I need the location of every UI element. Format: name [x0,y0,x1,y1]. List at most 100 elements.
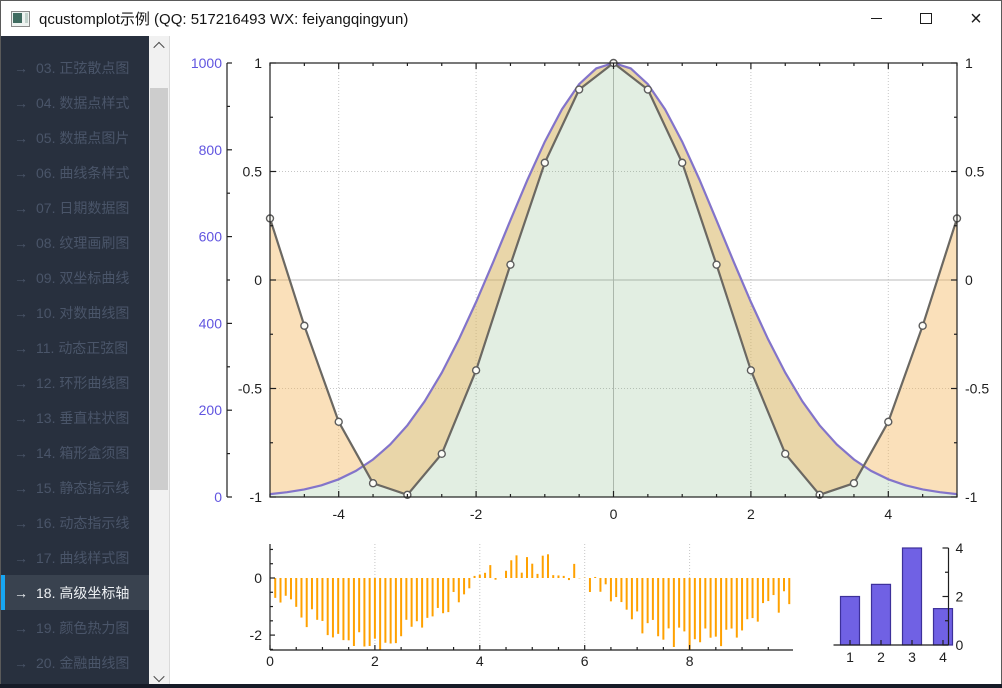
sidebar-item-17[interactable]: → 17. 曲线样式图 [1,540,149,575]
minimize-icon [871,18,882,19]
svg-text:-4: -4 [332,506,345,522]
arrow-icon: → [14,620,28,636]
svg-text:0.5: 0.5 [243,164,263,180]
sidebar-item-10[interactable]: → 10. 对数曲线图 [1,295,149,330]
sidebar-item-06[interactable]: →06. 曲线条样式 [1,155,149,190]
sidebar-item-03[interactable]: →03. 正弦散点图 [1,50,149,85]
sidebar-item-13[interactable]: →13. 垂直柱状图 [1,400,149,435]
sidebar-item-11[interactable]: →11. 动态正弦图 [1,330,149,365]
arrow-icon: → [14,200,28,216]
svg-text:0: 0 [610,506,618,522]
sidebar-item-16[interactable]: → 16. 动态指示线 [1,505,149,540]
sidebar-item-label: 05. 数据点图片 [36,128,129,148]
impulse-stems [275,554,789,650]
sidebar-item-label: 12. 环形曲线图 [36,373,129,393]
sidebar-item-09[interactable]: →09. 双坐标曲线 [1,260,149,295]
sidebar-scrollbar[interactable] [149,36,169,687]
sidebar-item-label: 09. 双坐标曲线 [36,268,129,288]
maximize-icon [920,13,932,24]
svg-text:0: 0 [956,637,964,653]
content-area: →03. 正弦散点图→04. 数据点样式→05. 数据点图片→06. 曲线条样式… [1,36,1001,687]
svg-text:4: 4 [956,540,964,556]
outer-left-axis: 02004006008001000 [191,55,232,505]
window-controls: × [851,1,1001,36]
impulse-plot: 024680-2 [250,544,793,669]
arrow-icon: → [14,375,28,391]
sidebar-item-12[interactable]: → 12. 环形曲线图 [1,365,149,400]
arrow-icon: → [14,480,28,496]
sidebar-item-label: 20. 金融曲线图 [36,653,129,673]
svg-text:400: 400 [199,315,223,331]
arrow-icon: → [14,445,28,461]
taskbar-edge [0,684,1002,688]
sidebar-item-15[interactable]: →15. 静态指示线 [1,470,149,505]
svg-text:200: 200 [199,402,223,418]
sidebar-item-19[interactable]: → 19. 颜色热力图 [1,610,149,645]
close-button[interactable]: × [951,1,1001,36]
sidebar-item-label: 19. 颜色热力图 [36,618,129,638]
svg-text:-2: -2 [250,627,263,643]
main-area: -4-202410.50-0.5-110.50-0.5-102004006008… [169,36,1001,687]
top-plot: -4-202410.50-0.5-110.50-0.5-102004006008… [191,55,989,522]
svg-text:-2: -2 [470,506,483,522]
arrow-icon: → [14,515,28,531]
arrow-icon: → [14,95,28,111]
arrow-icon: → [14,655,28,671]
svg-text:1: 1 [846,649,854,665]
svg-text:-1: -1 [965,489,978,505]
qcustomplot-canvas[interactable]: -4-202410.50-0.5-110.50-0.5-102004006008… [189,36,1001,688]
sidebar-item-label: 11. 动态正弦图 [36,338,128,358]
sidebar-item-label: 10. 对数曲线图 [36,303,129,323]
bar-4 [934,609,953,645]
window-title: qcustomplot示例 (QQ: 517216493 WX: feiyang… [39,8,408,29]
svg-text:800: 800 [199,142,223,158]
sidebar-item-label: 16. 动态指示线 [36,513,129,533]
svg-text:0: 0 [965,272,973,288]
arrow-icon: → [14,130,28,146]
sidebar-item-08[interactable]: →08. 纹理画刷图 [1,225,149,260]
svg-text:-1: -1 [250,489,263,505]
sidebar-item-04[interactable]: →04. 数据点样式 [1,85,149,120]
svg-text:1000: 1000 [191,55,222,71]
app-icon [11,11,30,27]
scroll-up-button[interactable] [149,36,169,55]
svg-text:3: 3 [908,649,916,665]
arrow-icon: → [14,550,28,566]
bar-1 [841,597,860,646]
svg-text:0: 0 [254,272,262,288]
svg-text:2: 2 [747,506,755,522]
close-icon: × [970,9,982,29]
svg-text:4: 4 [884,506,892,522]
sidebar-item-label: 06. 曲线条样式 [36,163,129,183]
bar-2 [872,584,891,645]
arrow-icon: → [14,305,28,321]
svg-text:2: 2 [877,649,885,665]
svg-text:0.5: 0.5 [965,164,985,180]
svg-text:1: 1 [965,55,973,71]
svg-text:-0.5: -0.5 [238,381,262,397]
maximize-button[interactable] [901,1,951,36]
sidebar-item-07[interactable]: →07. 日期数据图 [1,190,149,225]
minimize-button[interactable] [851,1,901,36]
arrow-icon: → [14,585,28,601]
scrollbar-thumb[interactable] [150,88,168,490]
arrow-icon: → [14,235,28,251]
svg-text:4: 4 [476,653,484,669]
svg-text:2: 2 [371,653,379,669]
sidebar-item-label: 13. 垂直柱状图 [36,408,129,428]
title-bar: qcustomplot示例 (QQ: 517216493 WX: feiyang… [1,1,1001,37]
sidebar-item-label: 17. 曲线样式图 [36,548,129,568]
sidebar-menu: →03. 正弦散点图→04. 数据点样式→05. 数据点图片→06. 曲线条样式… [1,36,149,687]
sidebar-item-18[interactable]: → 18. 高级坐标轴 [1,575,149,610]
sidebar-item-05[interactable]: → 05. 数据点图片 [1,120,149,155]
svg-text:2: 2 [956,589,964,605]
sidebar-item-20[interactable]: → 20. 金融曲线图 [1,645,149,680]
sidebar-item-14[interactable]: → 14. 箱形盒须图 [1,435,149,470]
app-window: qcustomplot示例 (QQ: 517216493 WX: feiyang… [0,0,1002,688]
sidebar-item-label: 18. 高级坐标轴 [36,583,129,603]
svg-text:-0.5: -0.5 [965,381,989,397]
chevron-down-icon [153,670,164,681]
svg-text:0: 0 [214,489,222,505]
arrow-icon: → [14,60,28,76]
sidebar-item-label: 14. 箱形盒须图 [36,443,129,463]
